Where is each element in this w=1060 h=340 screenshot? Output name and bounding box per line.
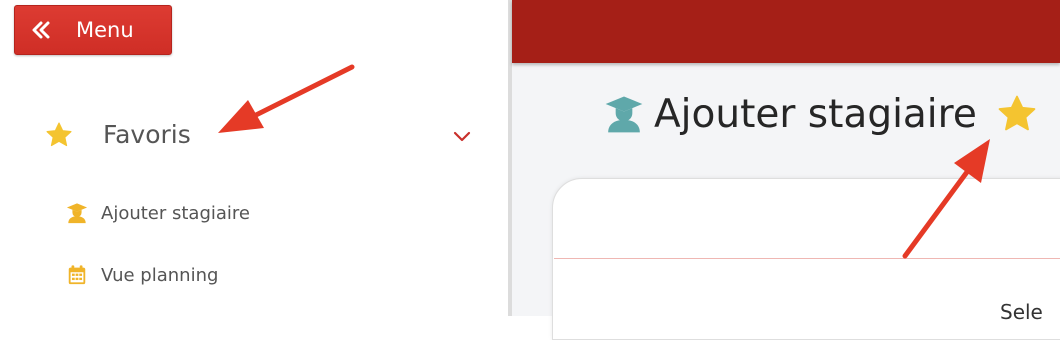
favorite-star-icon[interactable] [995, 92, 1039, 136]
main-content: Ajouter stagiaire Sele [512, 0, 1060, 340]
sidebar-item-vue-planning[interactable]: Vue planning [66, 261, 218, 289]
graduate-icon [66, 202, 88, 224]
sidebar-item-ajouter-stagiaire[interactable]: Ajouter stagiaire [66, 199, 250, 227]
page-title: Ajouter stagiaire [604, 88, 1039, 140]
top-bar [512, 0, 1060, 63]
favorites-section-header[interactable]: Favoris [44, 116, 484, 154]
calendar-icon [66, 264, 88, 286]
graduate-icon [604, 94, 644, 134]
sidebar-item-label: Vue planning [101, 264, 219, 286]
sidebar: Menu Favoris Ajouter stagiaire Vue plann… [0, 0, 508, 316]
sidebar-item-label: Ajouter stagiaire [101, 202, 250, 224]
page-title-text: Ajouter stagiaire [654, 91, 977, 137]
chevron-down-icon[interactable] [450, 124, 474, 148]
favorites-label: Favoris [103, 120, 191, 149]
menu-button[interactable]: Menu [14, 5, 172, 55]
menu-button-label: Menu [76, 18, 134, 42]
card-partial-text: Sele [1000, 300, 1043, 324]
double-chevron-left-icon [29, 18, 53, 42]
star-icon [44, 120, 74, 150]
card-header-divider [554, 258, 1060, 259]
